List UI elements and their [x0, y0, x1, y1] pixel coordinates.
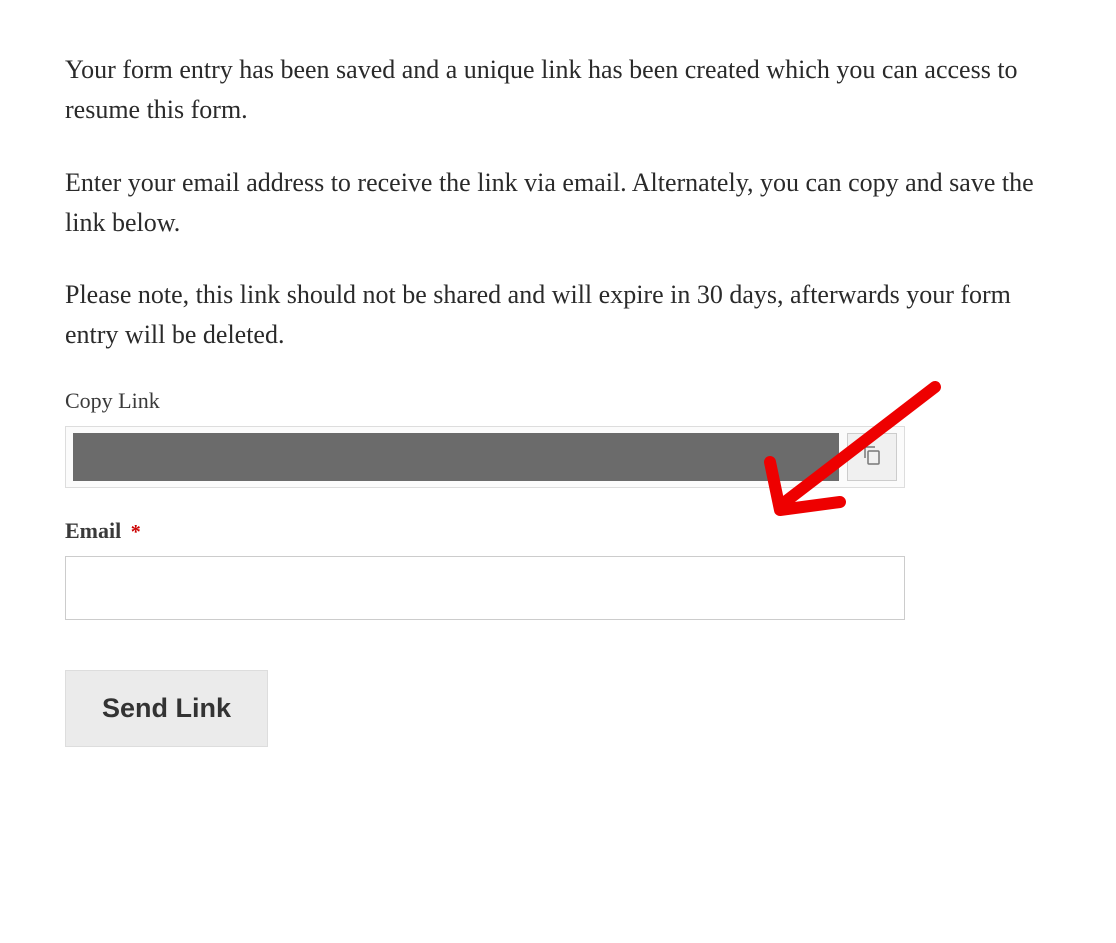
- intro-paragraph-2: Enter your email address to receive the …: [65, 163, 1051, 244]
- required-asterisk: *: [131, 521, 141, 543]
- intro-paragraph-1: Your form entry has been saved and a uni…: [65, 50, 1051, 131]
- copy-link-label: Copy Link: [65, 388, 1051, 414]
- email-field-group: Email *: [65, 518, 1051, 620]
- link-readonly-input[interactable]: [73, 433, 839, 481]
- send-link-button[interactable]: Send Link: [65, 670, 268, 747]
- copy-link-field: Copy Link: [65, 388, 1051, 488]
- copy-icon: [860, 443, 884, 470]
- intro-paragraph-3: Please note, this link should not be sha…: [65, 275, 1051, 356]
- copy-link-row: [65, 426, 905, 488]
- email-label: Email *: [65, 518, 1051, 544]
- copy-button[interactable]: [847, 433, 897, 481]
- email-label-text: Email: [65, 518, 121, 543]
- email-input[interactable]: [65, 556, 905, 620]
